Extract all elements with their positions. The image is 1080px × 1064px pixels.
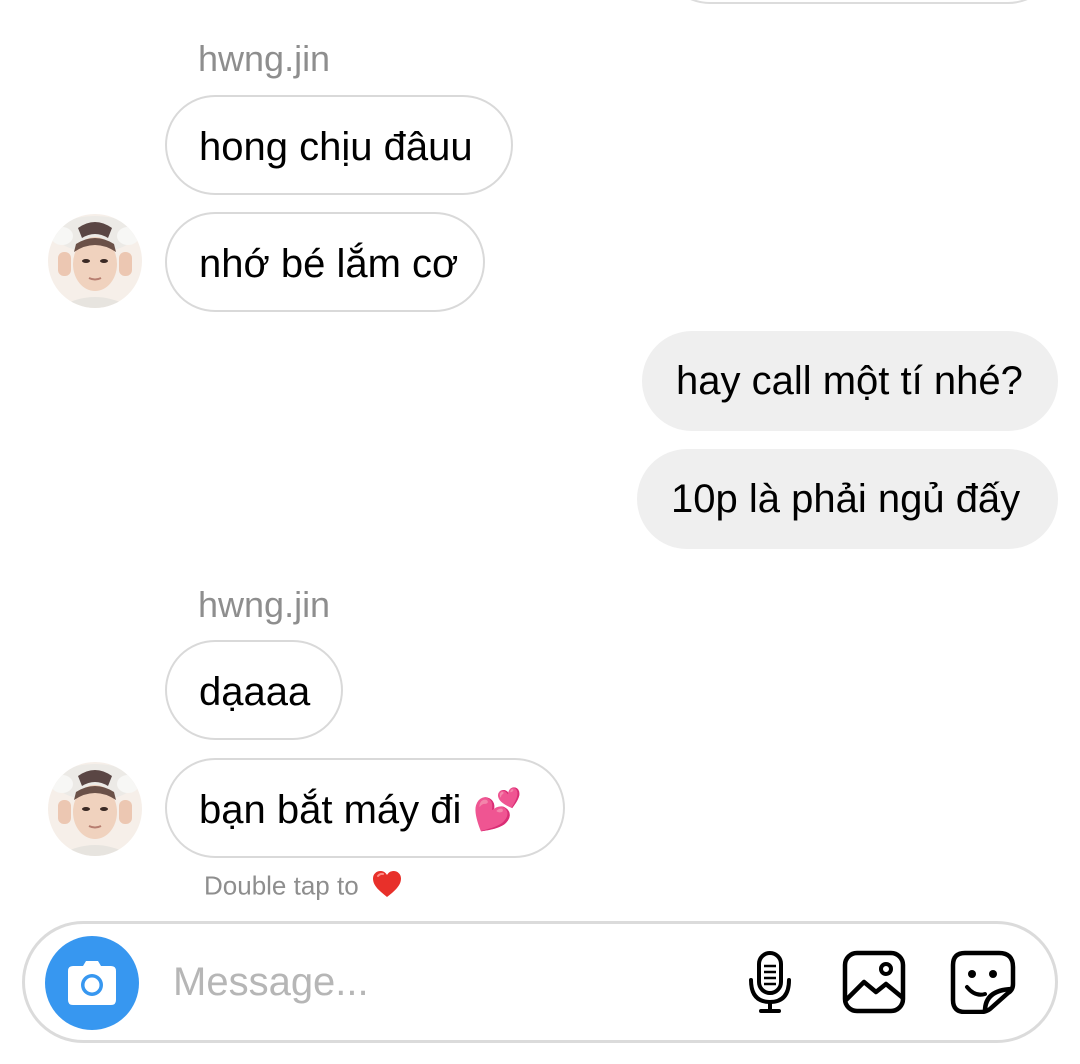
- chat-screen: hwng.jin hong chịu đâuu nhớ bé lắm cơ ha…: [0, 0, 1080, 1064]
- incoming-message[interactable]: bạn bắt máy đi 💕: [165, 758, 565, 858]
- sender-name: hwng.jin: [198, 38, 331, 79]
- message-text: nhớ bé lắm cơ: [199, 242, 459, 286]
- message-text: bạn bắt máy đi 💕: [199, 788, 523, 832]
- sticker-button[interactable]: [950, 950, 1016, 1015]
- message-composer: [22, 921, 1058, 1043]
- incoming-message[interactable]: dạaaa: [165, 640, 343, 740]
- voice-message-button[interactable]: [739, 950, 803, 1014]
- incoming-message[interactable]: nhớ bé lắm cơ: [165, 212, 485, 312]
- camera-button[interactable]: [45, 936, 139, 1030]
- message-text: dạaaa: [199, 670, 311, 714]
- avatar[interactable]: [48, 762, 142, 856]
- sender-name: hwng.jin: [198, 584, 331, 625]
- outgoing-message[interactable]: hay call một tí nhé?: [642, 331, 1058, 431]
- sticker-icon: [950, 950, 1016, 1015]
- double-tap-hint: Double tap to: [204, 870, 402, 905]
- message-text: 10p là phải ngủ đấy: [671, 477, 1021, 521]
- camera-icon: [68, 961, 116, 1005]
- gallery-icon: [842, 950, 906, 1014]
- microphone-icon: [749, 951, 791, 1013]
- hint-text: Double tap to: [204, 870, 359, 901]
- avatar[interactable]: [48, 214, 142, 308]
- gallery-button[interactable]: [842, 950, 906, 1014]
- incoming-message[interactable]: hong chịu đâuu: [165, 95, 513, 195]
- message-text: hong chịu đâuu: [199, 125, 473, 169]
- message-text: hay call một tí nhé?: [676, 359, 1023, 403]
- message-input[interactable]: [173, 954, 693, 1010]
- heart-icon: [372, 870, 402, 905]
- previous-message-bubble[interactable]: [660, 0, 1058, 4]
- outgoing-message[interactable]: 10p là phải ngủ đấy: [637, 449, 1058, 549]
